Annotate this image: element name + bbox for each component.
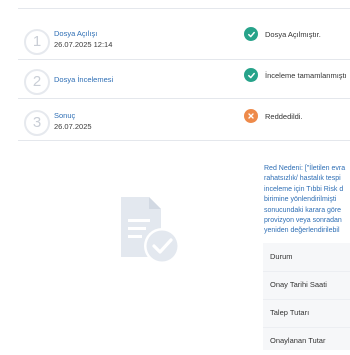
table-row-label-status: Durum	[270, 252, 293, 261]
divider	[18, 140, 350, 141]
table-row-label-approval-datetime: Onay Tarihi Saati	[270, 280, 327, 289]
step-number-1: 1	[24, 29, 50, 55]
step-number-2: 2	[24, 69, 50, 95]
step-status-text: İnceleme tamamlanmıştı	[265, 71, 347, 80]
reason-line: yeniden değerlendirilebil	[264, 227, 340, 235]
step-title-file-opening: Dosya Açılışı	[54, 29, 98, 38]
table-row-label-approved-amount: Onaylanan Tutar	[270, 336, 326, 345]
table-row: Onaylanan Tutar	[263, 327, 350, 355]
divider	[18, 59, 350, 60]
reason-line: Red Nedeni: ["İletilen evra	[264, 165, 346, 172]
table-row: Durum	[263, 243, 350, 272]
success-check-icon	[244, 68, 258, 82]
step-date: 26.07.2025	[54, 122, 92, 131]
table-row: Onay Tarihi Saati	[263, 271, 350, 300]
reason-line: inceleme için Tıbbi Risk d	[264, 185, 344, 193]
step-date: 26.07.2025 12:14	[54, 40, 113, 49]
reason-line: birimine yönlendirilmişti	[264, 196, 337, 204]
success-check-icon	[244, 27, 258, 41]
rejection-reason-text: Red Nedeni: ["İletilen evra rahatsızlık/…	[264, 164, 350, 237]
step-status-text: Reddedildi.	[265, 112, 303, 121]
claim-details-table: Durum Onay Tarihi Saati Talep Tutarı Ona…	[263, 243, 350, 350]
rejected-x-icon	[244, 109, 258, 123]
claim-status-panel: 1 Dosya Açılışı 26.07.2025 12:14 Dosya A…	[0, 0, 350, 350]
reason-line: rahatsızlık/ hastalık tespi	[264, 175, 341, 183]
reason-line: provizyon veya sonradan	[264, 217, 342, 225]
table-row-label-requested-amount: Talep Tutarı	[270, 308, 310, 317]
divider	[18, 98, 350, 99]
step-title-file-review: Dosya İncelemesi	[54, 75, 114, 84]
divider	[18, 8, 350, 9]
table-row: Talep Tutarı	[263, 299, 350, 328]
document-approved-illustration-icon	[115, 195, 185, 267]
step-number-3: 3	[24, 110, 50, 136]
step-status-text: Dosya Açılmıştır.	[265, 30, 321, 39]
reason-line: sonucundaki karara göre	[264, 206, 342, 214]
step-title-result: Sonuç	[54, 111, 76, 120]
